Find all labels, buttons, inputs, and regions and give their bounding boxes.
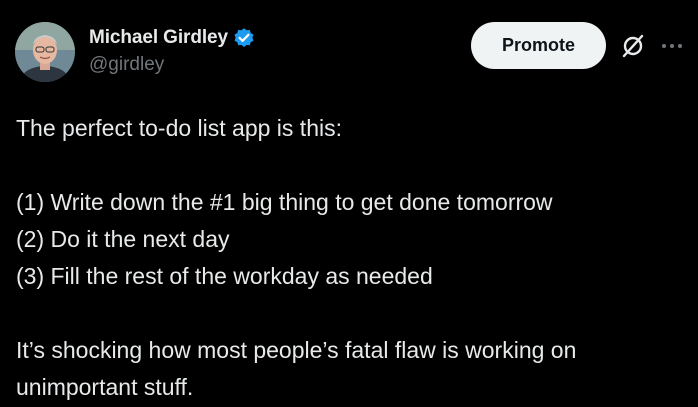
- author-display-name[interactable]: Michael Girdley: [89, 27, 228, 49]
- post-header: Michael Girdley @girdley Promote: [0, 0, 698, 100]
- post-line-step-2: (2) Do it the next day: [16, 226, 230, 252]
- post-line-step-3: (3) Fill the rest of the workday as need…: [16, 263, 433, 289]
- verified-badge-icon: [233, 27, 255, 49]
- grok-slash-icon[interactable]: [620, 33, 646, 59]
- promote-button[interactable]: Promote: [471, 22, 606, 69]
- post-line-conclusion: It’s shocking how most people’s fatal fl…: [16, 337, 577, 400]
- post-line-intro: The perfect to-do list app is this:: [16, 115, 342, 141]
- avatar[interactable]: [15, 22, 75, 82]
- author-block: Michael Girdley @girdley: [89, 24, 255, 76]
- more-horizontal-icon[interactable]: [657, 38, 687, 54]
- post-line-step-1: (1) Write down the #1 big thing to get d…: [16, 189, 553, 215]
- post-text: The perfect to-do list app is this: (1) …: [16, 110, 686, 406]
- avatar-image: [15, 22, 75, 82]
- author-handle[interactable]: @girdley: [89, 54, 255, 76]
- author-name-row: Michael Girdley: [89, 24, 255, 52]
